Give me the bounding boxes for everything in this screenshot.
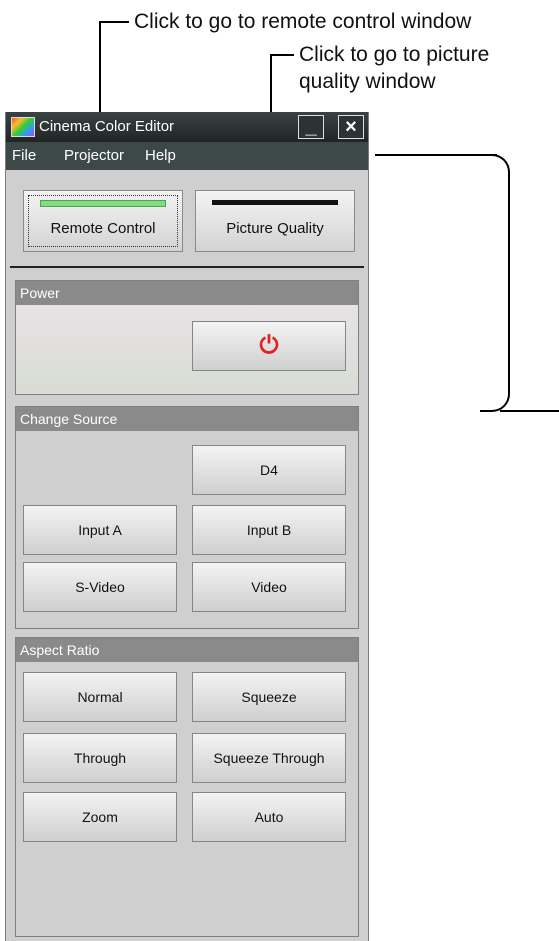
aspect-zoom-button[interactable]: Zoom [23,792,177,842]
picture-quality-button[interactable]: Picture Quality [195,190,355,252]
callout-picture-quality-2: quality window [299,70,436,93]
aspect-through-button[interactable]: Through [23,733,177,783]
source-video-button[interactable]: Video [192,562,346,612]
window-title: Cinema Color Editor [39,118,175,135]
picture-quality-indicator [212,200,338,205]
source-s-video-button[interactable]: S-Video [23,562,177,612]
callout-picture-quality-1: Click to go to picture [299,43,490,66]
aspect-squeeze-through-button[interactable]: Squeeze Through [192,733,346,783]
bracket-line-top [375,154,497,156]
menu-help[interactable]: Help [145,147,176,164]
source-input-b-button[interactable]: Input B [192,505,346,555]
callout-line-picture-h [270,54,294,56]
picture-quality-label: Picture Quality [226,220,324,237]
power-group-title: Power [16,281,358,305]
change-source-group-title: Change Source [16,407,358,431]
source-d4-button[interactable]: D4 [192,445,346,495]
cinema-color-editor-window: Cinema Color Editor _ × File Projector H… [5,112,369,941]
bracket-line-curve [480,154,510,412]
power-icon: ⏻ [259,332,279,359]
close-button[interactable]: × [338,115,364,139]
title-bar[interactable]: Cinema Color Editor _ × [6,112,368,142]
power-button[interactable]: ⏻ [192,321,346,371]
separator [10,266,364,268]
aspect-squeeze-button[interactable]: Squeeze [192,672,346,722]
minimize-button[interactable]: _ [298,115,324,139]
callout-remote-control: Click to go to remote control window [134,10,472,33]
source-input-a-button[interactable]: Input A [23,505,177,555]
menu-file[interactable]: File [12,147,36,164]
menu-projector[interactable]: Projector [64,147,124,164]
callout-line-remote-h [99,21,129,23]
remote-control-indicator [40,200,166,207]
remote-control-label: Remote Control [50,220,156,237]
aspect-ratio-group-title: Aspect Ratio [16,638,358,662]
menu-bar: File Projector Help [6,142,368,170]
change-source-group: Change Source D4 Input A Input B S-Video… [15,406,359,629]
aspect-ratio-group: Aspect Ratio Normal Squeeze Through Sque… [15,637,359,937]
app-icon [11,117,35,137]
aspect-auto-button[interactable]: Auto [192,792,346,842]
power-group: Power ⏻ [15,280,359,395]
bracket-line-bottom [500,410,559,412]
remote-control-button[interactable]: Remote Control [23,190,183,252]
aspect-normal-button[interactable]: Normal [23,672,177,722]
